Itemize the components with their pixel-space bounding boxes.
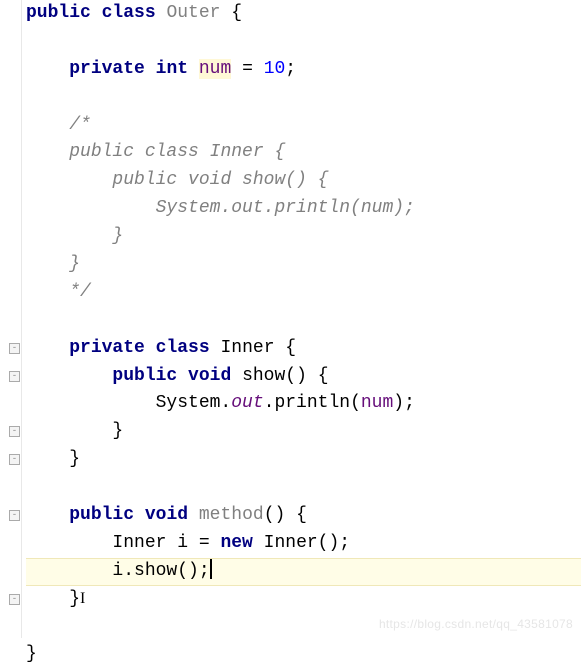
keyword-void: void: [145, 505, 188, 525]
fold-marker-icon[interactable]: -: [9, 510, 20, 521]
semicolon: ;: [285, 59, 296, 79]
keyword-public: public: [69, 505, 134, 525]
code-line[interactable]: public void show() {: [26, 363, 581, 391]
comment: }: [69, 254, 80, 274]
method-name: method: [199, 505, 264, 525]
fold-marker-icon[interactable]: -: [9, 594, 20, 605]
keyword-public: public: [26, 3, 91, 23]
code-area[interactable]: public class Outer { private int num = 1…: [22, 0, 581, 638]
code-line[interactable]: public class Outer {: [26, 0, 581, 28]
keyword-private: private: [69, 338, 145, 358]
code-line[interactable]: }: [26, 641, 581, 669]
gutter: - - - - - -: [0, 0, 22, 638]
comment: System.out.println(num);: [69, 198, 415, 218]
fold-marker-icon[interactable]: -: [9, 426, 20, 437]
brace: }: [26, 421, 123, 441]
code-line[interactable]: private class Inner {: [26, 335, 581, 363]
code-line[interactable]: System.out.println(num);: [26, 195, 581, 223]
equals: =: [231, 59, 263, 79]
brace: }: [26, 449, 80, 469]
var-decl: i =: [166, 533, 220, 553]
code-line[interactable]: /*: [26, 112, 581, 140]
code-line[interactable]: */: [26, 279, 581, 307]
class-name: Outer: [166, 3, 220, 23]
method-call: i.show();: [26, 561, 210, 581]
code-line[interactable]: }: [26, 251, 581, 279]
method-name: show: [242, 366, 285, 386]
code-line[interactable]: }I: [26, 586, 581, 614]
paren: () {: [285, 366, 328, 386]
fold-marker-icon[interactable]: -: [9, 454, 20, 465]
ibeam-cursor-icon: I: [80, 587, 85, 612]
brace: {: [275, 338, 297, 358]
paren: () {: [264, 505, 307, 525]
keyword-class: class: [102, 3, 156, 23]
keyword-int: int: [156, 59, 188, 79]
brace: {: [220, 3, 242, 23]
code-line[interactable]: }: [26, 446, 581, 474]
code-line[interactable]: System.out.println(num);: [26, 390, 581, 418]
system-ref: System.: [156, 393, 232, 413]
comment: public class Inner {: [69, 142, 285, 162]
number-literal: 10: [264, 59, 286, 79]
code-line[interactable]: }: [26, 223, 581, 251]
code-line[interactable]: Inner i = new Inner();: [26, 530, 581, 558]
keyword-void: void: [188, 366, 231, 386]
comment: /*: [69, 115, 91, 135]
keyword-public: public: [112, 366, 177, 386]
keyword-class: class: [156, 338, 210, 358]
constructor-call: Inner();: [253, 533, 350, 553]
println-call: .println(: [264, 393, 361, 413]
code-line[interactable]: public class Inner {: [26, 139, 581, 167]
brace: }: [26, 644, 37, 664]
comment: public void show() {: [69, 170, 328, 190]
keyword-new: new: [220, 533, 252, 553]
watermark: https://blog.csdn.net/qq_43581078: [379, 615, 573, 634]
field-num: num: [361, 393, 393, 413]
class-name: Inner: [220, 338, 274, 358]
code-line[interactable]: [26, 28, 581, 56]
comment: }: [69, 226, 123, 246]
code-line-caret[interactable]: i.show();: [26, 558, 581, 586]
brace: }: [26, 589, 80, 609]
code-line[interactable]: public void method() {: [26, 502, 581, 530]
code-line[interactable]: public void show() {: [26, 167, 581, 195]
code-line[interactable]: }: [26, 418, 581, 446]
text-caret-icon: [210, 559, 212, 579]
code-line[interactable]: [26, 84, 581, 112]
code-line[interactable]: private int num = 10;: [26, 56, 581, 84]
field-num-highlighted: num: [199, 59, 231, 79]
code-editor[interactable]: - - - - - - public class Outer { private…: [0, 0, 581, 638]
fold-marker-icon[interactable]: -: [9, 343, 20, 354]
code-line[interactable]: [26, 474, 581, 502]
close-paren: );: [393, 393, 415, 413]
keyword-private: private: [69, 59, 145, 79]
code-line[interactable]: [26, 307, 581, 335]
out-field: out: [231, 393, 263, 413]
comment: */: [69, 282, 91, 302]
type-ref: Inner: [112, 533, 166, 553]
fold-marker-icon[interactable]: -: [9, 371, 20, 382]
